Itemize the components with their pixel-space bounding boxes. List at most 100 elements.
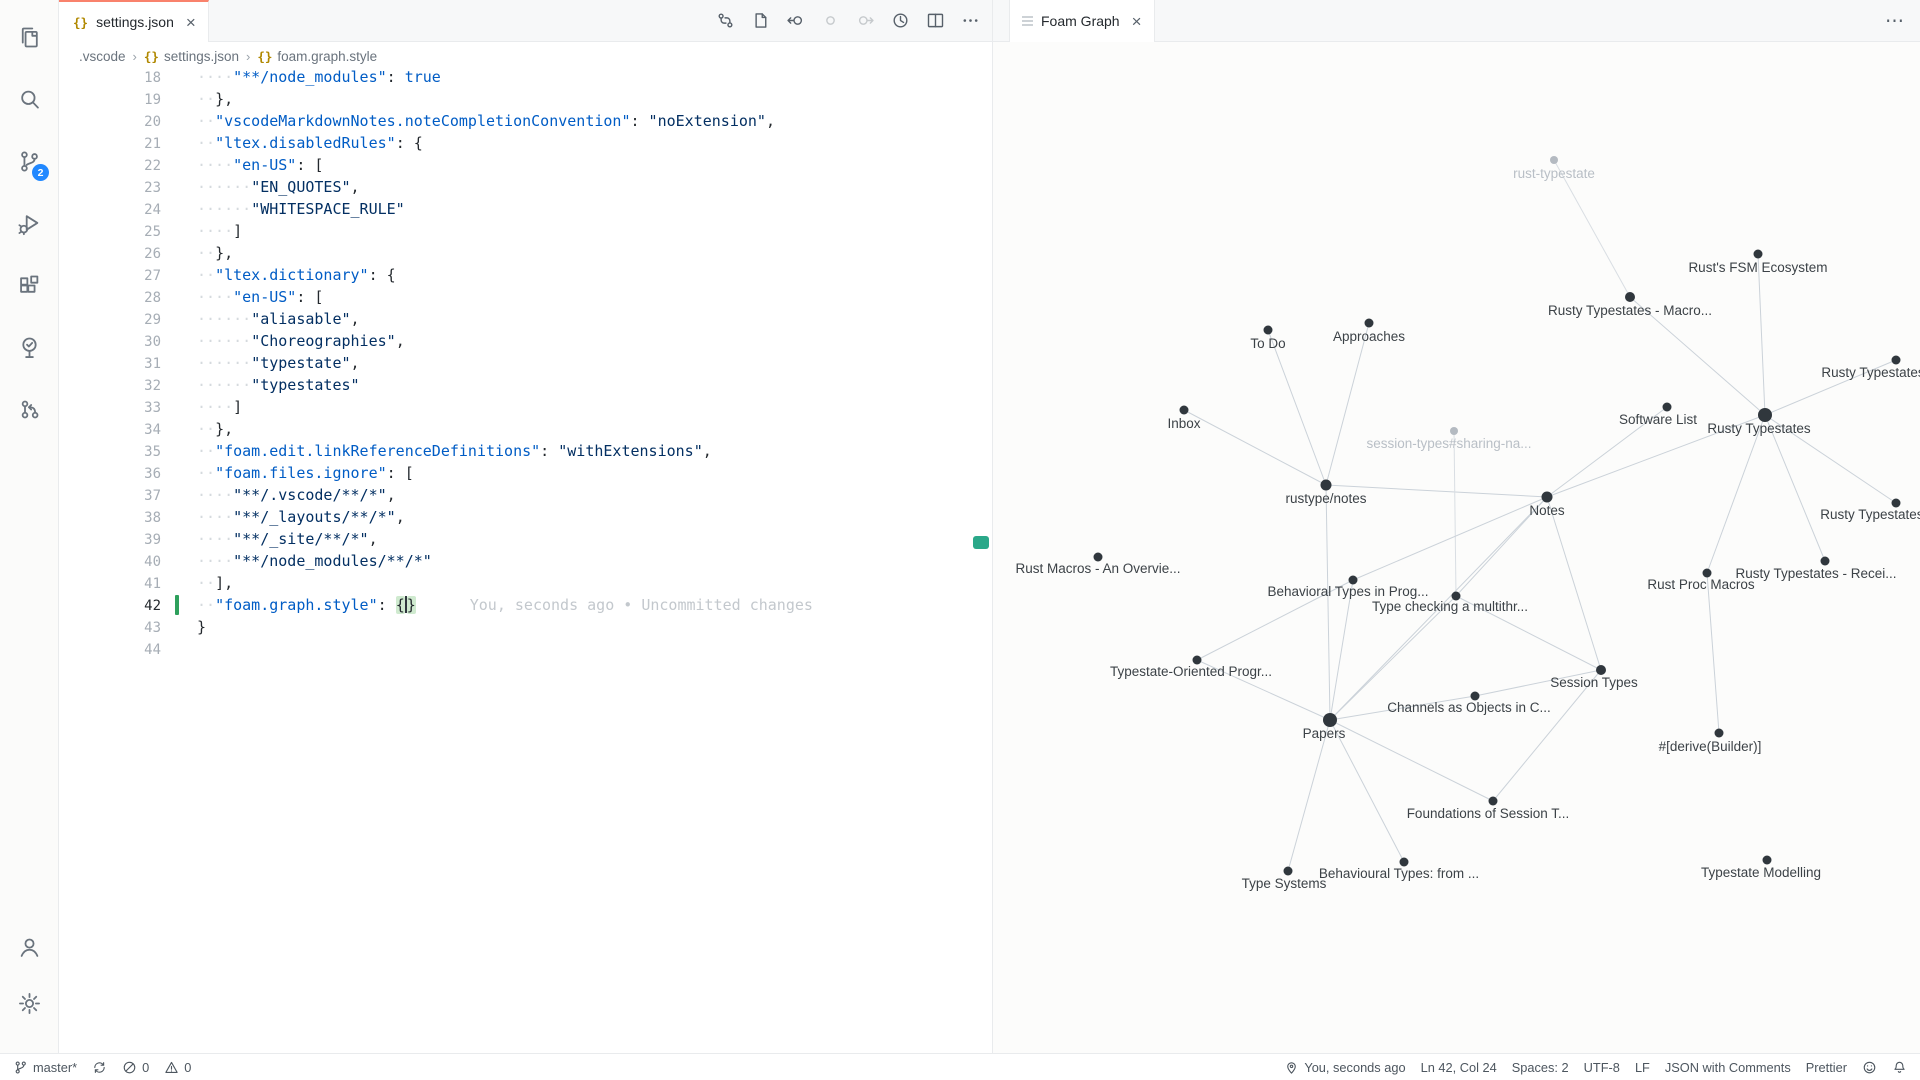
run-debug-icon[interactable] [5,192,53,254]
code-line[interactable]: 44 [59,638,992,660]
status-item[interactable]: UTF-8 [1584,1060,1620,1075]
code-line[interactable]: 42··"foam.graph.style": {}You, seconds a… [59,594,992,616]
code-line[interactable]: 30······"Choreographies", [59,330,992,352]
split-editor-icon[interactable] [923,8,947,32]
code-line[interactable]: 40····"**/node_modules/**/*" [59,550,992,572]
tab-foam-graph[interactable]: Foam Graph × [1009,0,1155,42]
graph-edge [1326,485,1330,720]
more-actions-icon[interactable]: ⋯ [1885,0,1904,42]
foam-graph-view-icon[interactable] [5,378,53,440]
code-line[interactable]: 29······"aliasable", [59,308,992,330]
account-icon[interactable] [5,919,53,975]
status-item[interactable]: JSON with Comments [1665,1060,1791,1075]
search-icon[interactable] [5,68,53,130]
graph-node[interactable] [1625,292,1635,302]
code-line[interactable]: 27··"ltex.dictionary": { [59,264,992,286]
status-item[interactable]: LF [1635,1060,1650,1075]
foam-graph-canvas[interactable]: rust-typestateRust's FSM EcosystemRusty … [993,42,1920,1053]
code-line[interactable]: 36··"foam.files.ignore": [ [59,462,992,484]
nav-circle-icon[interactable] [818,8,842,32]
graph-node[interactable] [1321,480,1332,491]
code-line[interactable]: 19··}, [59,88,992,110]
graph-node-label: rustype/notes [1285,491,1366,506]
blame-pin-icon [1284,1060,1299,1075]
testing-tree-icon[interactable] [5,316,53,378]
code-line[interactable]: 41··], [59,572,992,594]
nav-forward-circle-icon[interactable] [853,8,877,32]
code-line[interactable]: 26··}, [59,242,992,264]
status-item-git-branch[interactable]: master* [13,1060,77,1075]
graph-node[interactable] [1596,665,1606,675]
code-line[interactable]: 25····] [59,220,992,242]
graph-node[interactable] [1754,250,1763,259]
graph-node[interactable] [1542,492,1553,503]
code-line[interactable]: 28····"en-US": [ [59,286,992,308]
graph-node-label: Type checking a multithr... [1372,599,1528,614]
status-item-sync[interactable] [92,1060,107,1075]
code-line[interactable]: 34··}, [59,418,992,440]
graph-node[interactable] [1264,326,1273,335]
open-changes-icon[interactable] [713,8,737,32]
code-line[interactable]: 21··"ltex.disabledRules": { [59,132,992,154]
breadcrumb-item[interactable]: {}settings.json [144,49,239,64]
graph-node[interactable] [1821,557,1830,566]
breadcrumb-item[interactable]: .vscode [79,49,126,64]
timeline-clock-icon[interactable] [888,8,912,32]
graph-node[interactable] [1663,403,1672,412]
code-editor[interactable]: 18····"**/node_modules": true19··},20··"… [59,70,992,1053]
code-line[interactable]: 22····"en-US": [ [59,154,992,176]
graph-node[interactable] [1284,867,1293,876]
code-line[interactable]: 33····] [59,396,992,418]
code-line[interactable]: 23······"EN_QUOTES", [59,176,992,198]
activity-bar-items: 2 [5,6,53,440]
graph-node[interactable] [1489,797,1498,806]
graph-node[interactable] [1450,427,1458,435]
graph-node[interactable] [1323,713,1337,727]
status-item[interactable]: Ln 42, Col 24 [1421,1060,1497,1075]
status-item-blame-pin[interactable]: You, seconds ago [1284,1060,1405,1075]
graph-node[interactable] [1180,406,1189,415]
status-item[interactable]: Spaces: 2 [1512,1060,1569,1075]
code-line[interactable]: 24······"WHITESPACE_RULE" [59,198,992,220]
graph-node[interactable] [1715,729,1724,738]
graph-edge [1184,410,1326,485]
status-item-bell[interactable] [1892,1060,1907,1075]
graph-edge [1758,254,1765,415]
breadcrumb-item[interactable]: {}foam.graph.style [257,49,377,64]
activity-bar: 2 [0,0,59,1053]
status-item-warning[interactable]: 0 [164,1060,191,1075]
code-line[interactable]: 39····"**/_site/**/*", [59,528,992,550]
extensions-icon[interactable] [5,254,53,316]
close-icon[interactable]: × [186,14,196,31]
code-line[interactable]: 31······"typestate", [59,352,992,374]
tab-settings-json[interactable]: {} settings.json × [59,0,209,42]
open-preview-icon[interactable] [748,8,772,32]
status-item[interactable]: Prettier [1806,1060,1847,1075]
status-item-error[interactable]: 0 [122,1060,149,1075]
code-line[interactable]: 37····"**/.vscode/**/*", [59,484,992,506]
nav-back-circle-icon[interactable] [783,8,807,32]
code-line[interactable]: 20··"vscodeMarkdownNotes.noteCompletionC… [59,110,992,132]
graph-node[interactable] [1763,856,1772,865]
line-number: 44 [59,639,171,661]
status-label: LF [1635,1060,1650,1075]
code-line[interactable]: 32······"typestates" [59,374,992,396]
code-line[interactable]: 38····"**/_layouts/**/*", [59,506,992,528]
breadcrumb-separator: › [246,49,250,64]
git-blame-annotation: You, seconds ago • Uncommitted changes [416,596,813,614]
graph-node[interactable] [1365,319,1374,328]
status-bar: master* 00 You, seconds ago Ln 42, Col 24 S… [0,1053,1920,1080]
explorer-icon[interactable] [5,6,53,68]
code-line[interactable]: 18····"**/node_modules": true [59,70,992,88]
settings-gear-icon[interactable] [5,975,53,1031]
close-icon[interactable]: × [1132,13,1142,30]
line-number: 21 [59,133,171,155]
graph-node[interactable] [1758,408,1772,422]
code-line[interactable]: 35··"foam.edit.linkReferenceDefinitions"… [59,440,992,462]
status-item-feedback[interactable] [1862,1060,1877,1075]
graph-node[interactable] [1892,356,1901,365]
code-line[interactable]: 43} [59,616,992,638]
more-actions-icon[interactable] [958,8,982,32]
source-control-icon[interactable]: 2 [5,130,53,192]
graph-node[interactable] [1550,156,1558,164]
